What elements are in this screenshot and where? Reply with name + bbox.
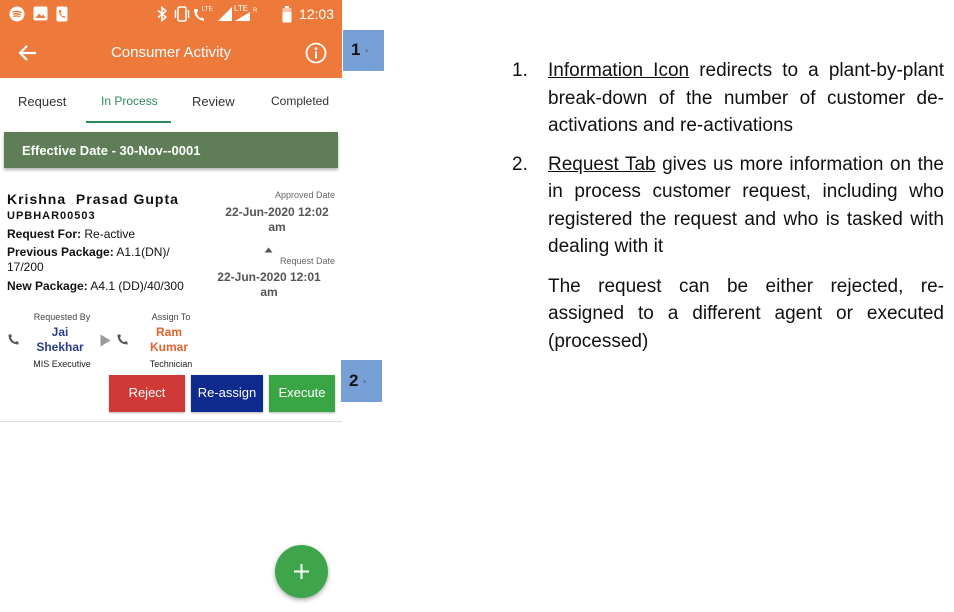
approved-date-value: 22-Jun-2020 12:02 am — [225, 205, 329, 234]
svg-text:R: R — [253, 8, 258, 14]
new-package-value: A4.1 (DD)/40/300 — [90, 279, 184, 293]
previous-package-row: Previous Package: A1.1(DN)/ 17/200 — [7, 245, 207, 275]
call-assignee-icon[interactable] — [116, 333, 129, 351]
customer-id: UPBHAR00503 — [7, 210, 96, 222]
caret-up-icon — [264, 240, 273, 258]
customer-name: Krishna Prasad Gupta — [7, 191, 179, 207]
tab-review[interactable]: Review — [192, 94, 235, 109]
request-for-label: Request For: — [7, 227, 82, 241]
callout-1-mark: ₃ — [365, 47, 368, 54]
request-date-caption: Request Date — [279, 256, 335, 266]
app-bar: Consumer Activity — [0, 28, 342, 78]
status-bar: LTE LTE R 12:03 — [0, 0, 342, 28]
description-number: 1. — [512, 60, 528, 81]
lte-call-icon: LTE — [193, 4, 215, 27]
callout-1-number: 1 — [351, 40, 361, 59]
description-number: 2. — [512, 153, 528, 175]
lte-label-2: LTE — [234, 4, 248, 13]
request-date-value: 22-Jun-2020 12:01 am — [217, 270, 321, 299]
phone-icon — [56, 6, 68, 27]
info-circle-icon — [305, 42, 327, 64]
callout-1: 1 ₃ — [343, 30, 384, 71]
requester-role: MIS Executive — [33, 359, 91, 369]
tab-completed[interactable]: Completed — [271, 94, 329, 108]
description-term: Request Tab — [548, 153, 656, 175]
status-time: 12:03 — [298, 6, 334, 22]
battery-icon — [282, 6, 292, 28]
request-for-row: Request For: Re-active — [7, 227, 135, 241]
lte-signal-icon: LTE R — [234, 3, 268, 27]
call-requester-icon[interactable] — [7, 333, 20, 351]
description-panel: 1. Information Icon redirects to a plant… — [510, 57, 944, 355]
add-button[interactable] — [275, 545, 328, 598]
lte-label-1: LTE — [202, 6, 214, 13]
callout-2-mark: ₃ — [363, 378, 366, 385]
callout-2: 2 ₃ — [341, 360, 382, 402]
requested-by-caption: Requested By — [33, 312, 91, 322]
reassign-button[interactable]: Re-assign — [191, 375, 263, 412]
plus-icon — [294, 564, 309, 579]
description-item: 2. Request Tab gives us more information… — [510, 151, 944, 261]
signal-icon — [217, 6, 233, 27]
request-for-value: Re-active — [84, 227, 136, 241]
callout-2-number: 2 — [349, 371, 359, 390]
phone-screen: LTE LTE R 12:03 Consumer Activity Request… — [0, 0, 342, 612]
assign-to-caption: Assign To — [151, 312, 191, 322]
description-term: Information Icon — [548, 60, 690, 81]
tab-bar: Request In Process Review Completed — [0, 78, 342, 124]
assignee-name: Ram Kumar — [149, 325, 188, 354]
tab-request[interactable]: Request — [18, 94, 66, 109]
new-package-row: New Package: A4.1 (DD)/40/300 — [7, 279, 184, 293]
requester-name: Jai Shekhar — [36, 325, 84, 354]
effective-date-banner: Effective Date - 30-Nov--0001 — [4, 132, 338, 168]
tab-in-process[interactable]: In Process — [101, 94, 158, 108]
info-button[interactable] — [304, 41, 328, 65]
gallery-icon — [33, 6, 48, 26]
bluetooth-icon — [156, 5, 168, 27]
previous-package-label: Previous Package: — [7, 245, 114, 259]
request-card: Krishna Prasad Gupta UPBHAR00503 Request… — [0, 178, 342, 422]
description-item: 1. Information Icon redirects to a plant… — [510, 57, 944, 140]
description-note: The request can be either rejected, re-a… — [548, 275, 944, 352]
arrow-right-icon — [100, 334, 111, 352]
new-package-label: New Package: — [7, 279, 88, 293]
page-title: Consumer Activity — [110, 44, 232, 61]
reject-button[interactable]: Reject — [109, 375, 185, 412]
vibrate-icon — [173, 6, 191, 27]
spotify-icon — [9, 6, 25, 27]
assignee-role: Technician — [149, 359, 193, 369]
active-tab-indicator — [86, 121, 171, 123]
approved-date-caption: Approved Date — [274, 190, 335, 200]
execute-button[interactable]: Execute — [269, 375, 335, 412]
